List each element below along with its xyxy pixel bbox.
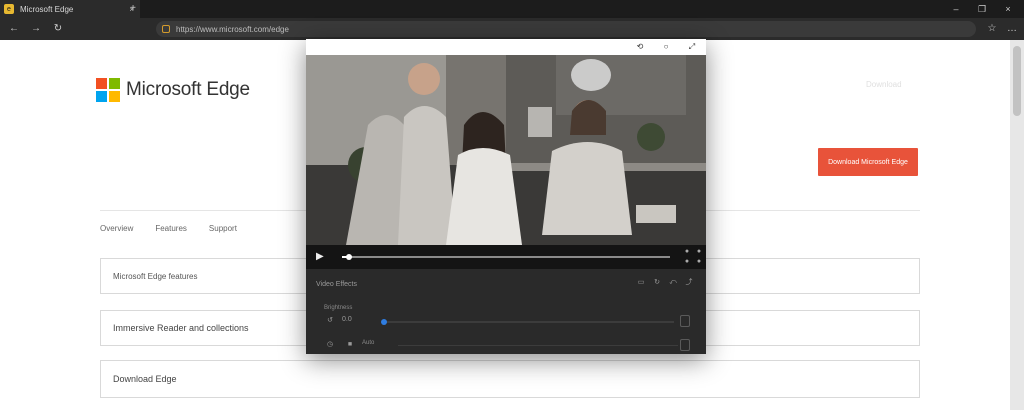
- scrollbar-thumb[interactable]: [1013, 46, 1021, 116]
- close-window-button[interactable]: ×: [996, 1, 1020, 17]
- lock-toggle-icon[interactable]: [680, 315, 690, 327]
- video-frame[interactable]: [306, 55, 706, 245]
- more-icon[interactable]: ●: [694, 257, 704, 267]
- video-scene: [306, 55, 706, 245]
- quality-icon[interactable]: ◷: [324, 339, 336, 351]
- page-nav: Overview Features Support: [100, 224, 237, 233]
- screenshot-icon[interactable]: ▭: [636, 278, 646, 288]
- pin-icon[interactable]: ⤴: [684, 278, 694, 288]
- nav-item-support[interactable]: Support: [209, 224, 237, 233]
- content-card[interactable]: Download Edge: [100, 360, 920, 398]
- quality-row: ◷ ■ Auto: [324, 339, 694, 351]
- settings-icon[interactable]: ●: [694, 247, 704, 257]
- page-scrollbar[interactable]: [1010, 40, 1024, 410]
- forward-button[interactable]: →: [28, 21, 44, 37]
- panel-title: Video Effects: [316, 281, 357, 288]
- lock-icon: [162, 25, 170, 33]
- back-button[interactable]: ←: [6, 21, 22, 37]
- top-link[interactable]: Download: [866, 80, 902, 89]
- minimize-button[interactable]: –: [944, 1, 968, 17]
- record-icon[interactable]: ○: [660, 41, 672, 53]
- slider-knob[interactable]: [381, 319, 387, 325]
- checkbox-icon[interactable]: ■: [344, 339, 356, 351]
- panel-actions: ▭ ↻ ⤺ ⤴: [636, 278, 694, 288]
- reset-icon[interactable]: ↺: [324, 315, 336, 327]
- play-icon[interactable]: ▶: [316, 251, 328, 263]
- expand-icon[interactable]: ⤢: [686, 41, 698, 53]
- seek-knob[interactable]: [345, 254, 352, 260]
- microsoft-logo-icon: [96, 78, 120, 102]
- refresh-button[interactable]: ↻: [50, 21, 66, 37]
- brightness-value: 0.0: [342, 316, 352, 323]
- volume-icon[interactable]: ●: [682, 257, 692, 267]
- loop-icon[interactable]: ↻: [652, 278, 662, 288]
- settings-menu-button[interactable]: …: [1004, 21, 1020, 37]
- browser-toolbar: ← → ↻ https://www.microsoft.com/edge ☆ …: [0, 18, 1024, 40]
- playback-controls: ▶ ● ● ● ●: [306, 245, 706, 269]
- brand-logo[interactable]: Microsoft Edge: [96, 78, 250, 102]
- options-icon[interactable]: [680, 339, 690, 351]
- url-text: https://www.microsoft.com/edge: [176, 24, 289, 34]
- back-to-tab-icon[interactable]: ⟲: [634, 41, 646, 53]
- maximize-button[interactable]: ❐: [970, 1, 994, 17]
- download-cta-button[interactable]: Download Microsoft Edge: [818, 148, 918, 176]
- browser-tab[interactable]: e Microsoft Edge ×: [0, 0, 140, 18]
- video-window-titlebar[interactable]: ⟲ ○ ⤢: [306, 39, 706, 55]
- brightness-row: ↺ 0.0: [324, 315, 694, 329]
- favorites-button[interactable]: ☆: [984, 21, 1000, 37]
- nav-item-features[interactable]: Features: [155, 224, 187, 233]
- tab-strip: e Microsoft Edge × + – ❐ ×: [0, 0, 1024, 18]
- caption-icon[interactable]: ●: [682, 247, 692, 257]
- brand-name: Microsoft Edge: [126, 79, 250, 100]
- speed-icon[interactable]: ⤺: [668, 278, 678, 288]
- seek-bar[interactable]: [342, 254, 670, 260]
- video-settings-panel: Video Effects ▭ ↻ ⤺ ⤴ Brightness ↺ 0.0 ◷…: [306, 269, 706, 354]
- edge-favicon-icon: e: [4, 4, 14, 14]
- brightness-slider[interactable]: [381, 319, 674, 325]
- address-bar[interactable]: https://www.microsoft.com/edge: [156, 21, 976, 37]
- quality-value: Auto: [362, 340, 375, 346]
- nav-item-overview[interactable]: Overview: [100, 224, 133, 233]
- quality-track[interactable]: [398, 345, 678, 346]
- new-tab-button[interactable]: +: [126, 2, 140, 16]
- video-popout-window[interactable]: ⟲ ○ ⤢ ▶ ● ● ● ● Video Effects ▭ ↻ ⤺ ⤴ Br…: [306, 39, 706, 354]
- tab-title: Microsoft Edge: [20, 4, 74, 14]
- setting-label: Brightness: [324, 305, 353, 311]
